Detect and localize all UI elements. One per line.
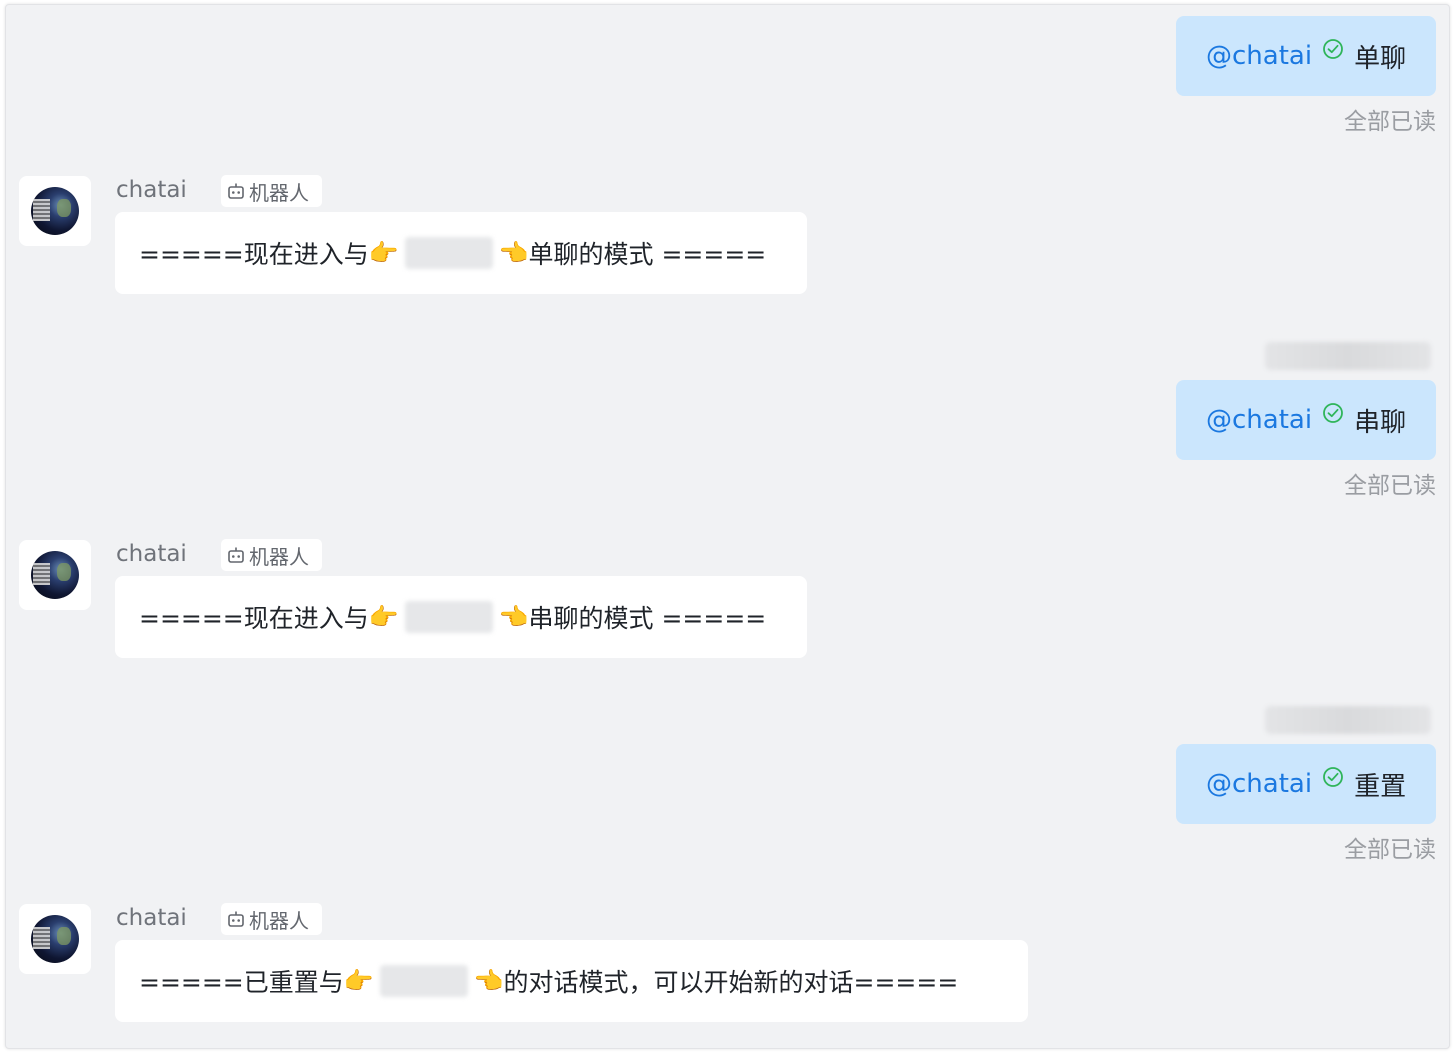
- mention-chatai[interactable]: @chatai: [1206, 41, 1312, 71]
- pointing-left-emoji: 👈: [498, 603, 529, 631]
- check-circle-icon: [1322, 765, 1344, 787]
- pointing-right-emoji: 👉: [343, 967, 374, 995]
- read-status[interactable]: 全部已读: [1344, 102, 1436, 136]
- pointing-left-emoji: 👈: [473, 967, 504, 995]
- redacted-sender-name: [1265, 342, 1431, 370]
- message-text: 单聊的模式 =====: [528, 240, 767, 269]
- message-text: =====现在进入与: [139, 604, 369, 633]
- redacted-name: [404, 237, 493, 269]
- chat-window: @chatai 单聊 全部已读 chatai 机器人 =====现在进入与 👉 …: [5, 4, 1450, 1049]
- earth-globe-avatar: [31, 551, 79, 599]
- command-text: 重置: [1354, 771, 1407, 802]
- mention-chatai[interactable]: @chatai: [1206, 769, 1312, 799]
- bot-tag-label: 机器人: [249, 180, 309, 205]
- check-circle-icon: [1322, 401, 1344, 423]
- earth-globe-avatar: [31, 915, 79, 963]
- sender-name[interactable]: chatai: [116, 905, 187, 931]
- bot-tag: 机器人: [221, 903, 322, 935]
- earth-globe-avatar: [31, 187, 79, 235]
- read-status[interactable]: 全部已读: [1344, 830, 1436, 864]
- message-text: 的对话模式，可以开始新的对话=====: [503, 968, 959, 997]
- incoming-message[interactable]: =====现在进入与 👉 👈 串聊的模式 =====: [115, 576, 807, 658]
- avatar[interactable]: [19, 904, 91, 974]
- command-text: 单聊: [1354, 43, 1407, 74]
- sender-name[interactable]: chatai: [116, 541, 187, 567]
- bot-tag: 机器人: [221, 539, 322, 571]
- robot-icon: [228, 911, 244, 927]
- avatar[interactable]: [19, 540, 91, 610]
- pointing-right-emoji: 👉: [368, 603, 399, 631]
- bot-tag-label: 机器人: [249, 544, 309, 569]
- redacted-name: [404, 601, 493, 633]
- sender-name[interactable]: chatai: [116, 177, 187, 203]
- incoming-message[interactable]: =====现在进入与 👉 👈 单聊的模式 =====: [115, 212, 807, 294]
- avatar[interactable]: [19, 176, 91, 246]
- mention-chatai[interactable]: @chatai: [1206, 405, 1312, 435]
- outgoing-message[interactable]: @chatai 单聊: [1176, 16, 1436, 96]
- command-text: 串聊: [1354, 407, 1407, 438]
- bot-tag: 机器人: [221, 175, 322, 207]
- outgoing-message[interactable]: @chatai 重置: [1176, 744, 1436, 824]
- pointing-left-emoji: 👈: [498, 239, 529, 267]
- robot-icon: [228, 183, 244, 199]
- read-status[interactable]: 全部已读: [1344, 466, 1436, 500]
- message-text: =====已重置与: [139, 968, 344, 997]
- check-circle-icon: [1322, 37, 1344, 59]
- bot-tag-label: 机器人: [249, 908, 309, 933]
- outgoing-message[interactable]: @chatai 串聊: [1176, 380, 1436, 460]
- incoming-message[interactable]: =====已重置与 👉 👈 的对话模式，可以开始新的对话=====: [115, 940, 1028, 1022]
- redacted-sender-name: [1265, 706, 1431, 734]
- redacted-name: [379, 965, 468, 997]
- message-text: 串聊的模式 =====: [528, 604, 767, 633]
- pointing-right-emoji: 👉: [368, 239, 399, 267]
- message-text: =====现在进入与: [139, 240, 369, 269]
- robot-icon: [228, 547, 244, 563]
